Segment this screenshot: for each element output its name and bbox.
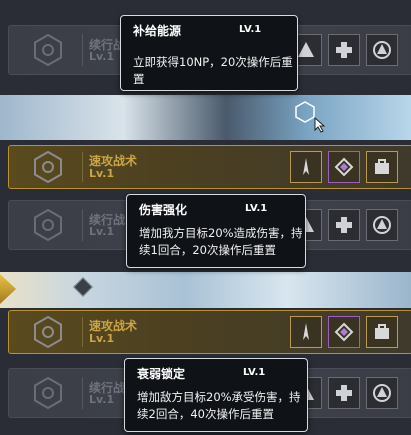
diamond-emblem-icon[interactable]: [328, 316, 360, 348]
row-divider: [82, 377, 83, 409]
cross-emblem-icon[interactable]: [328, 34, 360, 66]
skill-level: Lv.1: [89, 167, 115, 180]
triangle-ring-icon[interactable]: [366, 34, 398, 66]
tooltip-level: LV.1: [245, 203, 268, 214]
skill-level: Lv.1: [89, 50, 115, 63]
triangle-ring-icon[interactable]: [366, 377, 398, 409]
gold-star-icon: [0, 274, 16, 304]
skill-level: Lv.1: [89, 393, 115, 406]
hex-target-icon: [34, 208, 62, 242]
row-divider: [82, 152, 83, 182]
crystal-cube-icon: [73, 277, 93, 297]
skill-level: Lv.1: [89, 225, 115, 238]
tooltip-title: 衰弱锁定: [137, 367, 186, 381]
skill-row-4[interactable]: 速攻战术 Lv.1: [8, 310, 411, 354]
tooltip-title: 补给能源: [133, 24, 182, 38]
tooltip-desc-line2: 续2回合，40次操作后重置: [137, 407, 274, 421]
row-divider: [82, 317, 83, 347]
tooltip-desc: 立即获得10NP，20次操作后重置: [133, 55, 293, 86]
skill-row-2[interactable]: 速攻战术 Lv.1: [8, 145, 411, 189]
tooltip-desc-line2: 续1回合，20次操作后重置: [139, 243, 276, 257]
hex-cursor-marker-icon: [294, 101, 316, 123]
scene-band-2: [0, 272, 411, 308]
skill-level: Lv.1: [89, 332, 115, 345]
tooltip-weaken-lock: 衰弱锁定 LV.1 增加敌方目标20%承受伤害，持 续2回合，40次操作后重置: [124, 358, 308, 432]
row-divider: [82, 34, 83, 66]
hex-target-icon: [34, 150, 62, 184]
spike-emblem-icon[interactable]: [290, 151, 322, 183]
row-divider: [82, 209, 83, 241]
tooltip-level: LV.1: [243, 367, 266, 378]
triangle-ring-icon[interactable]: [366, 209, 398, 241]
hex-target-icon: [34, 376, 62, 410]
spike-emblem-icon[interactable]: [290, 316, 322, 348]
cross-emblem-icon[interactable]: [328, 209, 360, 241]
hex-target-icon: [34, 33, 62, 67]
hex-target-icon: [34, 315, 62, 349]
tooltip-supply-energy: 补给能源 LV.1 立即获得10NP，20次操作后重置: [120, 15, 298, 91]
tooltip-desc-line1: 增加敌方目标20%承受伤害，持: [137, 390, 301, 404]
pointer-cursor-icon: [314, 116, 326, 133]
cross-emblem-icon[interactable]: [328, 377, 360, 409]
case-emblem-icon[interactable]: [366, 151, 398, 183]
scene-band-1: [0, 95, 411, 140]
diamond-emblem-icon[interactable]: [328, 151, 360, 183]
tooltip-level: LV.1: [239, 24, 262, 35]
case-emblem-icon[interactable]: [366, 316, 398, 348]
tooltip-damage-boost: 伤害强化 LV.1 增加我方目标20%造成伤害，持 续1回合，20次操作后重置: [126, 194, 306, 268]
tooltip-title: 伤害强化: [139, 203, 188, 217]
tooltip-desc-line1: 增加我方目标20%造成伤害，持: [139, 226, 303, 240]
